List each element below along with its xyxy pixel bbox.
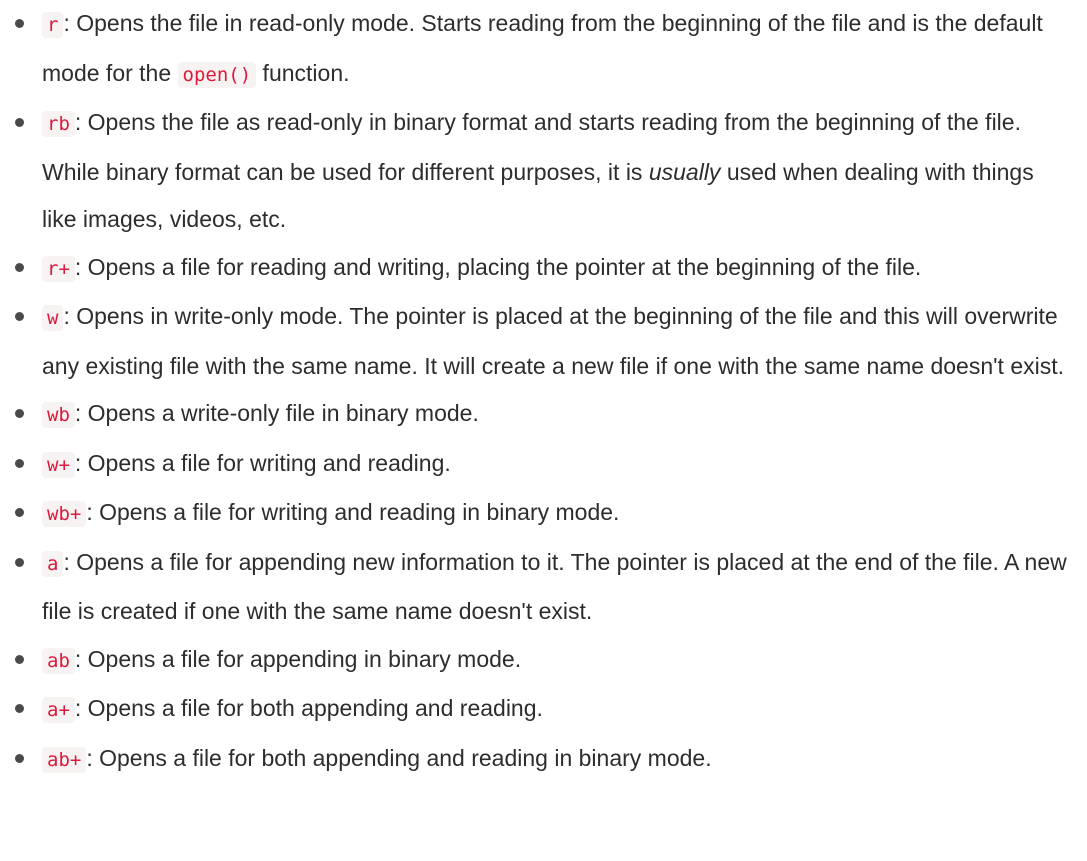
- mode-code: r+: [42, 255, 75, 282]
- bullet-icon: [15, 654, 24, 664]
- bullet-icon: [15, 409, 24, 418]
- mode-description: : Opens a file for both appending and re…: [86, 744, 712, 771]
- mode-description: : Opens a write-only file in binary mode…: [74, 400, 479, 426]
- bullet-icon: [15, 753, 24, 763]
- mode-description-end: function.: [256, 59, 350, 86]
- mode-code: w+: [42, 451, 75, 478]
- mode-code: rb: [42, 111, 75, 137]
- list-item-mode-a: a: Opens a file for appending new inform…: [0, 539, 1087, 636]
- bullet-icon: [15, 704, 24, 713]
- list-item-mode-ab-plus: ab+: Opens a file for both appending and…: [0, 735, 1087, 785]
- bullet-icon: [15, 458, 24, 468]
- list-item-mode-rb: rb: Opens the file as read-only in binar…: [0, 99, 1087, 244]
- mode-code: a+: [42, 697, 75, 723]
- mode-description: : Opens a file for writing and reading.: [74, 449, 451, 476]
- function-code: open(): [177, 61, 257, 88]
- file-mode-list: r: Opens the file in read-only mode. Sta…: [0, 0, 1087, 784]
- list-item-mode-w-plus: w+: Opens a file for writing and reading…: [0, 440, 1087, 490]
- bullet-icon: [15, 508, 24, 517]
- mode-code: wb+: [42, 501, 87, 527]
- mode-code: w: [42, 305, 64, 331]
- mode-description: : Opens a file for both appending and re…: [74, 695, 543, 721]
- mode-description: : Opens a file for appending in binary m…: [74, 645, 522, 672]
- mode-code: a: [42, 550, 64, 577]
- list-item-mode-w: w: Opens in write-only mode. The pointer…: [0, 293, 1087, 390]
- mode-description: : Opens in write-only mode. The pointer …: [42, 303, 1064, 379]
- bullet-icon: [15, 118, 24, 127]
- list-item-mode-r-plus: r+: Opens a file for reading and writing…: [0, 244, 1087, 294]
- list-item-mode-wb-plus: wb+: Opens a file for writing and readin…: [0, 489, 1087, 539]
- bullet-icon: [15, 312, 24, 321]
- bullet-icon: [15, 557, 24, 567]
- emphasis-text: usually: [648, 158, 721, 185]
- bullet-icon: [15, 262, 24, 272]
- list-item-mode-wb: wb: Opens a write-only file in binary mo…: [0, 390, 1087, 440]
- mode-code: ab: [42, 647, 75, 674]
- mode-code: ab+: [42, 746, 87, 773]
- mode-description: : Opens a file for writing and reading i…: [86, 499, 620, 525]
- mode-code: wb: [42, 402, 75, 428]
- mode-description: : Opens a file for reading and writing, …: [74, 253, 922, 280]
- mode-code: r: [42, 12, 64, 38]
- mode-description: : Opens a file for appending new informa…: [42, 548, 1067, 625]
- bullet-icon: [15, 19, 24, 28]
- list-item-mode-a-plus: a+: Opens a file for both appending and …: [0, 685, 1087, 735]
- list-item-mode-r: r: Opens the file in read-only mode. Sta…: [0, 0, 1087, 99]
- list-item-mode-ab: ab: Opens a file for appending in binary…: [0, 636, 1087, 686]
